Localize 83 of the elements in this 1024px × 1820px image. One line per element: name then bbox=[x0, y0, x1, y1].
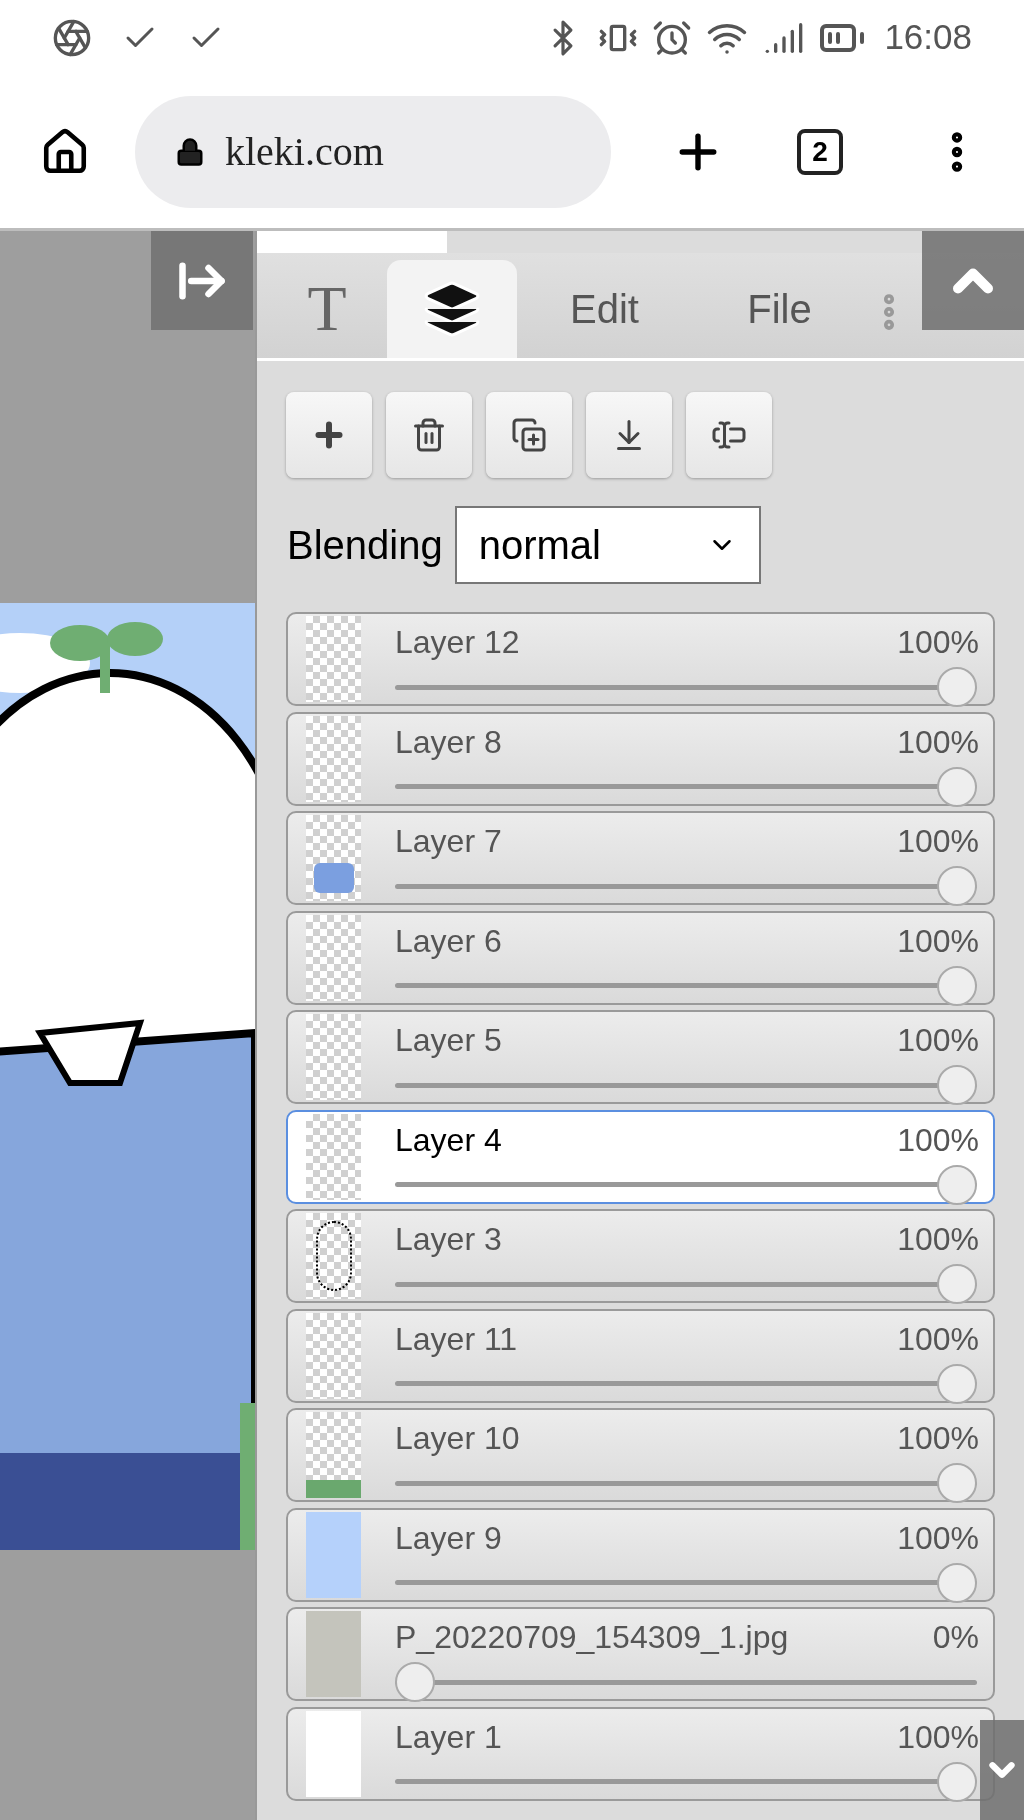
text-tab[interactable]: T bbox=[267, 260, 387, 358]
opacity-slider[interactable] bbox=[395, 1665, 977, 1699]
layer-tool-button[interactable] bbox=[686, 392, 772, 478]
layer-row[interactable]: Layer 11 100% bbox=[286, 1308, 995, 1403]
trash-icon bbox=[411, 417, 447, 453]
layer-row[interactable]: Layer 3 100% bbox=[286, 1209, 995, 1303]
layer-name: Layer 6 bbox=[395, 921, 502, 961]
layer-name: Layer 8 bbox=[395, 722, 502, 762]
layer-name: Layer 11 bbox=[395, 1319, 518, 1359]
layer-name: Layer 4 bbox=[395, 1120, 502, 1160]
url-bar[interactable]: kleki.com bbox=[135, 95, 611, 208]
opacity-slider[interactable] bbox=[395, 670, 977, 704]
opacity-slider[interactable] bbox=[395, 869, 977, 903]
opacity-slider[interactable] bbox=[395, 1466, 977, 1500]
slider-thumb[interactable] bbox=[937, 866, 977, 906]
layer-opacity: 100% bbox=[897, 1518, 979, 1558]
layer-row[interactable]: Layer 1 100% bbox=[286, 1706, 995, 1801]
layer-opacity: 100% bbox=[897, 722, 979, 762]
layer-row[interactable]: Layer 4 100% bbox=[286, 1109, 995, 1204]
layer-opacity: 100% bbox=[897, 1319, 979, 1359]
layer-opacity: 100% bbox=[897, 822, 979, 861]
scroll-up-button[interactable] bbox=[922, 231, 1024, 330]
layer-name: Layer 12 bbox=[395, 623, 520, 662]
opacity-slider[interactable] bbox=[395, 1068, 977, 1102]
dropdown-field[interactable] bbox=[257, 231, 447, 253]
layer-name: Layer 9 bbox=[395, 1518, 502, 1558]
opacity-slider[interactable] bbox=[395, 1267, 977, 1301]
layer-row[interactable]: Layer 5 100% bbox=[286, 1010, 995, 1104]
opacity-slider[interactable] bbox=[395, 1366, 977, 1401]
layer-row[interactable]: Layer 7 100% bbox=[286, 811, 995, 905]
menu-tab[interactable]: Edit bbox=[517, 260, 692, 358]
layer-opacity: 100% bbox=[897, 1120, 979, 1160]
opacity-slider[interactable] bbox=[395, 968, 977, 1003]
slider-thumb[interactable] bbox=[937, 1463, 977, 1503]
layer-name: Layer 10 bbox=[395, 1419, 520, 1458]
layer-row[interactable]: Layer 10 100% bbox=[286, 1408, 995, 1502]
layer-tool-button[interactable] bbox=[486, 392, 572, 478]
opacity-slider[interactable] bbox=[395, 1167, 977, 1202]
layer-opacity: 100% bbox=[897, 1419, 979, 1458]
layer-opacity: 100% bbox=[897, 921, 979, 961]
slider-thumb[interactable] bbox=[937, 1065, 977, 1105]
layer-name: Layer 5 bbox=[395, 1021, 502, 1060]
layer-name: P_20220709_154309_1.jpg bbox=[395, 1618, 789, 1657]
slider-thumb[interactable] bbox=[937, 1562, 977, 1603]
layer-name: Layer 7 bbox=[395, 822, 502, 861]
layer-row[interactable]: P_20220709_154309_1.jpg 0% bbox=[286, 1607, 995, 1701]
layer-tool-button[interactable] bbox=[286, 392, 372, 478]
layer-name: Layer 3 bbox=[395, 1220, 502, 1259]
slider-thumb[interactable] bbox=[937, 766, 977, 807]
tab-count[interactable]: 2 bbox=[797, 128, 843, 175]
scroll-down-button[interactable] bbox=[980, 1720, 1024, 1820]
lock-icon bbox=[175, 136, 205, 167]
layer-row[interactable]: Layer 9 100% bbox=[286, 1507, 995, 1602]
slider-thumb[interactable] bbox=[937, 965, 977, 1006]
blending-label: Blending bbox=[287, 522, 443, 569]
layer-opacity: 100% bbox=[897, 1220, 979, 1259]
slider-thumb[interactable] bbox=[937, 667, 977, 707]
layer-opacity: 100% bbox=[897, 623, 979, 662]
layers-tab[interactable] bbox=[387, 260, 517, 358]
layer-row[interactable]: Layer 8 100% bbox=[286, 711, 995, 806]
status-time: 16:08 bbox=[884, 16, 972, 59]
slider-thumb[interactable] bbox=[937, 1264, 977, 1304]
slider-thumb[interactable] bbox=[395, 1662, 435, 1702]
slider-thumb[interactable] bbox=[937, 1363, 977, 1404]
opacity-slider[interactable] bbox=[395, 1764, 977, 1799]
collapse-button[interactable] bbox=[151, 231, 253, 330]
url-text: kleki.com bbox=[225, 127, 384, 176]
slider-thumb[interactable] bbox=[937, 1164, 977, 1205]
menu-tab[interactable]: File bbox=[692, 260, 867, 358]
duplicate-icon bbox=[511, 417, 547, 453]
layer-row[interactable]: Layer 6 100% bbox=[286, 910, 995, 1005]
layer-opacity: 100% bbox=[897, 1021, 979, 1060]
opacity-slider[interactable] bbox=[395, 1565, 977, 1600]
blending-select[interactable]: normal bbox=[454, 506, 761, 584]
app-icon bbox=[52, 17, 92, 58]
layer-name: Layer 1 bbox=[395, 1717, 502, 1757]
layer-opacity: 0% bbox=[932, 1618, 979, 1657]
slider-thumb[interactable] bbox=[937, 1761, 977, 1802]
layer-row[interactable]: Layer 12 100% bbox=[286, 612, 995, 706]
layer-tool-button[interactable] bbox=[586, 392, 672, 478]
opacity-slider[interactable] bbox=[395, 769, 977, 804]
layer-opacity: 100% bbox=[897, 1717, 979, 1757]
layer-tool-button[interactable] bbox=[386, 392, 472, 478]
